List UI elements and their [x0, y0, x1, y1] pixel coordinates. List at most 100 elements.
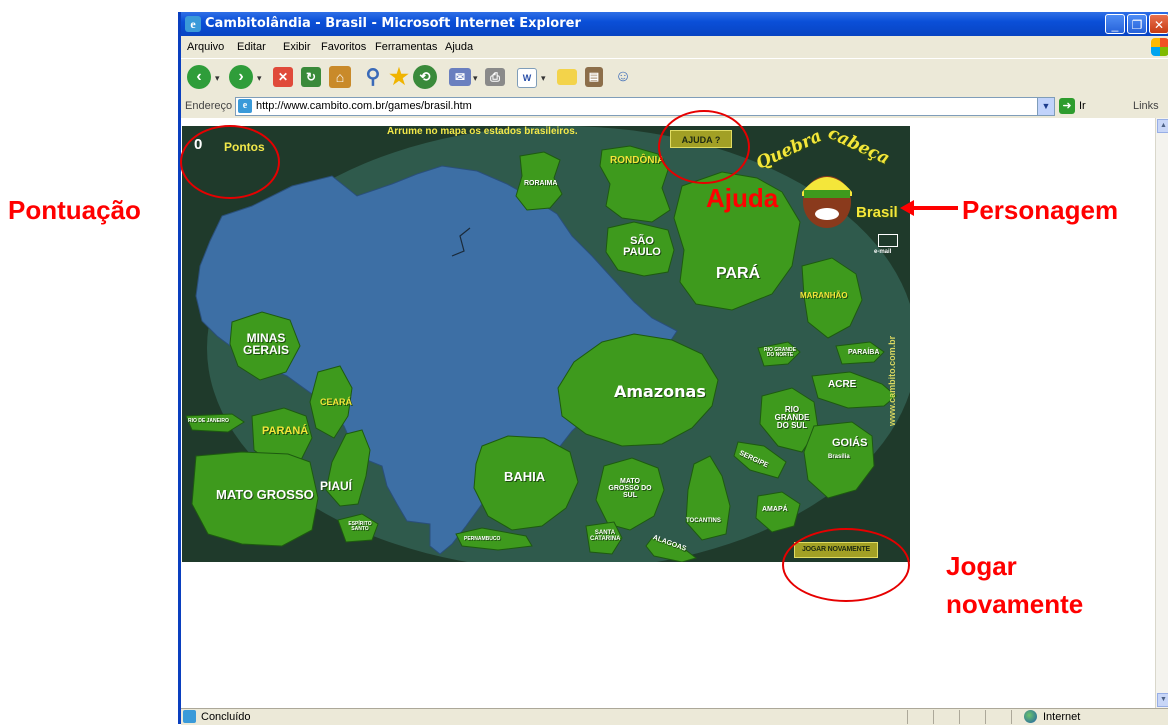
piece-piaui[interactable] [325, 429, 371, 507]
label-maranhao: MARANHÃO [800, 291, 848, 300]
piece-tocantins[interactable] [685, 455, 731, 541]
email-icon[interactable] [878, 234, 898, 247]
label-acre: ACRE [828, 379, 857, 390]
status-divider [933, 710, 934, 724]
go-arrow-icon[interactable]: ➜ [1059, 98, 1075, 114]
forward-dropdown-icon[interactable]: ▾ [257, 73, 262, 84]
label-mato-grosso: MATO GROSSO [216, 487, 314, 502]
home-icon[interactable]: ⌂ [329, 66, 351, 88]
zone-text: Internet [1043, 711, 1081, 723]
stop-icon[interactable]: ✕ [273, 67, 293, 87]
menu-favoritos[interactable]: Favoritos [321, 41, 366, 53]
address-input[interactable]: e http://www.cambito.com.br/games/brasil… [235, 97, 1055, 116]
instruction-text: Arrume no mapa os estados brasileiros. [387, 126, 578, 137]
email-label[interactable]: e-mail [874, 249, 891, 255]
label-para: PARÁ [716, 265, 761, 282]
toolbar: ‹ ▾ › ▾ ✕ ↻ ⌂ ⚲ ★ ⟲ ✉ ▾ ⎙ W ▾ ▤ ☺ [181, 58, 1168, 96]
status-divider [1011, 710, 1012, 724]
maximize-icon[interactable]: ❐ [1127, 14, 1147, 34]
annotation-character: Personagem [962, 195, 1119, 225]
help-button[interactable]: AJUDA ? [670, 130, 732, 148]
address-dropdown-icon[interactable]: ▼ [1037, 98, 1054, 115]
menu-editar[interactable]: Editar [237, 41, 266, 53]
piece-acre[interactable] [811, 371, 897, 409]
label-pernambuco: PERNAMBUCO [464, 536, 501, 542]
label-paraiba: PARAÍBA [848, 349, 880, 356]
site-watermark: www.cambito.com.br [887, 335, 897, 426]
window-title: Cambitolândia - Brasil - Microsoft Inter… [205, 16, 581, 31]
label-rio-de-janeiro: RIO DE JANEIRO [188, 418, 229, 424]
close-icon[interactable]: ✕ [1149, 14, 1168, 34]
score-value: 0 [194, 136, 203, 153]
annotation-arrow [900, 200, 958, 216]
title-bar: e Cambitolândia - Brasil - Microsoft Int… [181, 12, 1168, 36]
menu-ajuda[interactable]: Ajuda [445, 41, 473, 53]
windows-logo-icon [1151, 38, 1168, 56]
research-icon[interactable]: ▤ [585, 67, 603, 87]
annotation-replay-line2: novamente [946, 589, 1084, 619]
mail-dropdown-icon[interactable]: ▾ [473, 73, 478, 84]
address-url[interactable]: http://www.cambito.com.br/games/brasil.h… [256, 100, 472, 112]
address-label: Endereço [185, 100, 233, 112]
label-piaui: PIAUÍ [320, 479, 353, 493]
annotation-score: Pontuação [8, 195, 141, 225]
minimize-icon[interactable]: _ [1105, 14, 1125, 34]
menu-ferramentas[interactable]: Ferramentas [375, 41, 437, 53]
label-rio-grande-sul: RIO GRANDE DO SUL [774, 405, 810, 430]
game-canvas: RORAIMA RONDÔNIA SÃO PAULO PARÁ MARANHÃO… [182, 126, 910, 562]
label-ceara: CEARÁ [320, 397, 353, 407]
edit-word-icon[interactable]: W [517, 68, 537, 88]
page-icon: e [238, 99, 252, 113]
label-sao-paulo: SÃO PAULO [623, 235, 661, 258]
menu-bar: Arquivo Editar Exibir Favoritos Ferramen… [181, 36, 1168, 58]
edit-dropdown-icon[interactable]: ▾ [541, 73, 546, 84]
back-icon[interactable]: ‹ [187, 65, 211, 89]
search-icon[interactable]: ⚲ [361, 65, 385, 89]
address-bar: Endereço e http://www.cambito.com.br/gam… [181, 95, 1168, 117]
history-icon[interactable]: ⟲ [413, 65, 437, 89]
play-again-button[interactable]: JOGAR NOVAMENTE [794, 542, 878, 558]
label-santa-catarina: SANTA CATARINA [590, 530, 621, 542]
logo-brasil: Brasil [856, 204, 898, 221]
ie-icon: e [185, 16, 201, 32]
label-rio-grande-norte: RIO GRANDE DO NORTE [764, 347, 796, 358]
internet-zone-icon [1024, 710, 1037, 723]
label-parana: PARANÁ [262, 425, 309, 437]
status-text: Concluído [201, 711, 251, 723]
label-mato-grosso-sul: MATO GROSSO DO SUL [608, 478, 652, 499]
vertical-scrollbar[interactable]: ▲ ▼ [1155, 118, 1168, 708]
character-avatar[interactable] [792, 162, 862, 232]
label-amazonas: Amazonas [614, 382, 706, 401]
label-amapa: AMAPÁ [762, 506, 788, 513]
scroll-up-icon[interactable]: ▲ [1157, 119, 1168, 133]
menu-arquivo[interactable]: Arquivo [187, 41, 224, 53]
links-button[interactable]: Links [1133, 100, 1159, 112]
go-button[interactable]: Ir [1079, 100, 1086, 112]
score-label: Pontos [224, 140, 265, 154]
label-tocantins: TOCANTINS [686, 518, 721, 524]
status-divider [959, 710, 960, 724]
label-rondonia: RONDÔNIA [610, 155, 665, 166]
print-icon[interactable]: ⎙ [485, 68, 505, 86]
forward-icon[interactable]: › [229, 65, 253, 89]
label-goias: GOIÁS [832, 437, 868, 449]
piece-goias[interactable] [803, 421, 875, 499]
messenger-icon[interactable]: ☺ [611, 65, 635, 89]
back-dropdown-icon[interactable]: ▾ [215, 73, 220, 84]
label-bahia: BAHIA [504, 469, 546, 484]
label-minas-gerais: MINAS GERAIS [242, 331, 289, 357]
favorites-star-icon[interactable]: ★ [387, 65, 411, 89]
menu-exibir[interactable]: Exibir [283, 41, 311, 53]
mail-icon[interactable]: ✉ [449, 68, 471, 86]
status-page-icon [183, 710, 196, 723]
annotation-replay-line1: Jogar [946, 551, 1017, 581]
annotation-help: Ajuda [706, 183, 779, 213]
folder-icon[interactable] [557, 69, 577, 85]
label-espirito-santo: ESPÍRITO SANTO [348, 521, 372, 532]
refresh-icon[interactable]: ↻ [301, 67, 321, 87]
status-divider [907, 710, 908, 724]
status-divider [985, 710, 986, 724]
scroll-down-icon[interactable]: ▼ [1157, 693, 1168, 707]
status-bar: Concluído Internet [181, 708, 1168, 725]
score-display: 0 Pontos [186, 132, 274, 160]
